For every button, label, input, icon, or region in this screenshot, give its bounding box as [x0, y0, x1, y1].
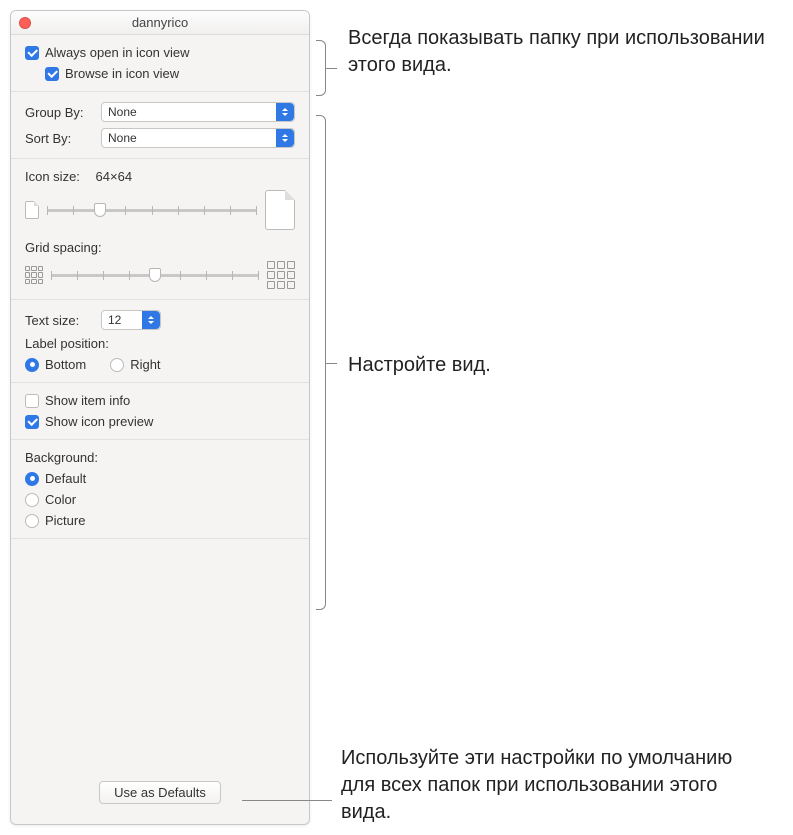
chevron-updown-icon	[276, 103, 294, 121]
background-heading: Background:	[25, 450, 98, 465]
callout-leader-bottom	[242, 800, 332, 801]
icon-size-slider[interactable]	[47, 201, 257, 219]
bg-picture-label: Picture	[45, 513, 85, 528]
label-bottom-radio[interactable]	[25, 358, 39, 372]
show-icon-preview-label: Show icon preview	[45, 414, 153, 429]
annotation-top: Всегда показывать папку при использовани…	[348, 25, 768, 79]
text-section: Text size: 12 Label position: Bottom Rig…	[11, 300, 309, 383]
bg-color-radio[interactable]	[25, 493, 39, 507]
annotation-mid: Настройте вид.	[348, 352, 491, 379]
info-section: Show item info Show icon preview	[11, 383, 309, 440]
sort-by-label: Sort By:	[25, 131, 95, 146]
label-bottom-text: Bottom	[45, 357, 86, 372]
text-size-label: Text size:	[25, 313, 95, 328]
bg-color-label: Color	[45, 492, 76, 507]
view-mode-section: Always open in icon view Browse in icon …	[11, 35, 309, 92]
bg-default-label: Default	[45, 471, 86, 486]
document-large-icon	[265, 190, 295, 230]
use-as-defaults-button[interactable]: Use as Defaults	[99, 781, 221, 804]
close-icon[interactable]	[19, 17, 31, 29]
callout-bracket-mid	[316, 115, 326, 610]
icon-size-value: 64×64	[96, 169, 133, 184]
size-spacing-section: Icon size: 64×64 Grid spacing:	[11, 159, 309, 300]
group-by-label: Group By:	[25, 105, 95, 120]
browse-label: Browse in icon view	[65, 66, 179, 81]
text-size-select[interactable]: 12	[101, 310, 161, 330]
label-position-label: Label position:	[25, 336, 109, 351]
grid-loose-icon	[267, 261, 295, 289]
always-open-label: Always open in icon view	[45, 45, 190, 60]
view-options-window: dannyrico Always open in icon view Brows…	[10, 10, 310, 825]
bg-picture-radio[interactable]	[25, 514, 39, 528]
browse-checkbox[interactable]	[45, 67, 59, 81]
icon-size-label: Icon size:	[25, 169, 80, 184]
annotation-bottom: Используйте эти настройки по умолчанию д…	[341, 745, 761, 826]
show-item-info-checkbox[interactable]	[25, 394, 39, 408]
group-by-select[interactable]: None	[101, 102, 295, 122]
always-open-checkbox[interactable]	[25, 46, 39, 60]
label-right-radio[interactable]	[110, 358, 124, 372]
label-right-text: Right	[130, 357, 160, 372]
document-small-icon	[25, 201, 39, 219]
show-icon-preview-checkbox[interactable]	[25, 415, 39, 429]
chevron-updown-icon	[142, 311, 160, 329]
group-sort-section: Group By: None Sort By: None	[11, 92, 309, 159]
bg-default-radio[interactable]	[25, 472, 39, 486]
background-section: Background: Default Color Picture	[11, 440, 309, 539]
chevron-updown-icon	[276, 129, 294, 147]
window-title: dannyrico	[132, 15, 188, 30]
callout-bracket-top	[316, 40, 326, 96]
show-item-info-label: Show item info	[45, 393, 130, 408]
grid-spacing-slider[interactable]	[51, 266, 259, 284]
grid-spacing-label: Grid spacing:	[25, 240, 102, 255]
grid-tight-icon	[25, 266, 43, 284]
titlebar[interactable]: dannyrico	[11, 11, 309, 35]
sort-by-select[interactable]: None	[101, 128, 295, 148]
